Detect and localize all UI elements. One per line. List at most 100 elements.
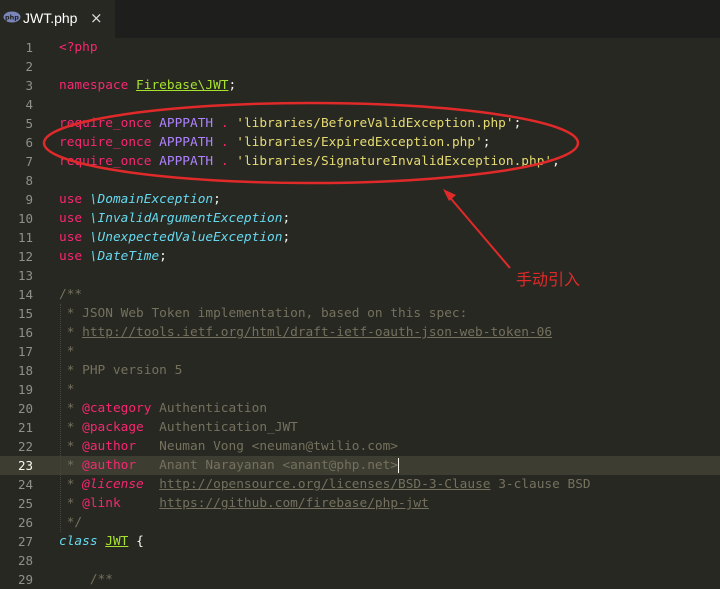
code-token: @category — [82, 401, 152, 416]
line-number: 17 — [17, 344, 33, 359]
code-line[interactable]: use \UnexpectedValueException; — [59, 228, 290, 247]
code-token: use — [59, 192, 90, 207]
line-number: 1 — [25, 40, 33, 55]
code-token: . — [213, 154, 237, 169]
code-token: 'libraries/BeforeValidException.php' — [236, 116, 514, 131]
code-line[interactable]: * @license http://opensource.org/license… — [59, 475, 591, 494]
code-token: JWT — [105, 534, 129, 549]
code-token: use — [59, 211, 90, 226]
line-number: 23 — [17, 458, 33, 473]
code-line[interactable]: require_once APPPATH . 'libraries/Before… — [59, 114, 521, 133]
code-token: http://opensource.org/licenses/BSD-3-Cla… — [159, 477, 491, 492]
line-number: 10 — [17, 211, 33, 226]
line-number: 12 — [17, 249, 33, 264]
code-token: APPPATH — [159, 116, 214, 131]
code-token: @link — [82, 496, 121, 511]
code-token: Anant Narayanan <anant@php.net> — [136, 458, 399, 473]
code-line[interactable]: /** — [59, 570, 113, 589]
line-number: 5 — [25, 116, 33, 131]
code-token: Authentication_JWT — [143, 420, 298, 435]
code-line[interactable]: use \InvalidArgumentException; — [59, 209, 290, 228]
code-token: \UnexpectedValueException — [89, 230, 283, 245]
code-line[interactable]: * JSON Web Token implementation, based o… — [59, 304, 468, 323]
code-line[interactable]: * http://tools.ietf.org/html/draft-ietf-… — [59, 323, 552, 342]
code-token: ; — [513, 116, 522, 131]
code-token: * — [59, 439, 83, 454]
code-token: * — [59, 458, 83, 473]
line-number: 2 — [25, 59, 33, 74]
code-line[interactable]: <?php — [59, 38, 98, 57]
line-number: 14 — [17, 287, 33, 302]
code-token: * — [59, 477, 83, 492]
code-line[interactable]: use \DateTime; — [59, 247, 167, 266]
line-number: 15 — [17, 306, 33, 321]
line-number: 7 — [25, 154, 33, 169]
code-line[interactable]: require_once APPPATH . 'libraries/Signat… — [59, 152, 560, 171]
code-token: 3-clause BSD — [490, 477, 591, 492]
code-line[interactable]: * @author Neuman Vong <neuman@twilio.com… — [59, 437, 398, 456]
code-line[interactable]: use \DomainException; — [59, 190, 221, 209]
code-token: APPPATH — [159, 154, 214, 169]
code-token: ; — [482, 135, 491, 150]
code-line[interactable]: * — [59, 342, 75, 361]
code-line[interactable]: class JWT { — [59, 532, 144, 551]
line-number: 24 — [17, 477, 33, 492]
code-token: \DateTime — [89, 249, 160, 264]
code-line[interactable]: */ — [59, 513, 82, 532]
code-token: { — [128, 534, 144, 549]
code-token: Neuman Vong <neuman@twilio.com> — [136, 439, 399, 454]
code-token: ; — [228, 78, 244, 93]
code-token: @author — [82, 458, 137, 473]
close-icon[interactable]: × — [90, 9, 103, 27]
code-token: 'libraries/SignatureInvalidException.php… — [236, 154, 553, 169]
code-token: ; — [552, 154, 560, 169]
code-line[interactable]: * @link https://github.com/firebase/php-… — [59, 494, 429, 513]
line-number: 18 — [17, 363, 33, 378]
code-token: */ — [59, 515, 83, 530]
code-token: * — [59, 344, 75, 359]
code-token: /** — [59, 572, 113, 587]
line-number: 21 — [17, 420, 33, 435]
code-token: class — [59, 534, 106, 549]
code-token: * — [59, 382, 75, 397]
code-line[interactable]: * — [59, 380, 75, 399]
code-token: Authentication — [151, 401, 268, 416]
line-number: 3 — [25, 78, 33, 93]
code-line[interactable]: * @author Anant Narayanan <anant@php.net… — [59, 456, 400, 475]
line-number: 8 — [25, 173, 33, 188]
code-token: * PHP version 5 — [59, 363, 183, 378]
tab-jwt-php[interactable]: php JWT.php × — [0, 0, 115, 38]
code-token: 'libraries/ExpiredException.php' — [236, 135, 483, 150]
code-token: ; — [282, 211, 291, 226]
line-number: 22 — [17, 439, 33, 454]
annotation-label: 手动引入 — [516, 270, 581, 289]
code-token: @package — [82, 420, 144, 435]
code-token: * — [59, 496, 83, 511]
code-token: \DomainException — [89, 192, 214, 207]
code-line[interactable]: require_once APPPATH . 'libraries/Expire… — [59, 133, 491, 152]
code-token: Firebase\JWT — [136, 78, 229, 93]
code-token: @license — [82, 477, 144, 492]
code-token: namespace — [59, 78, 137, 93]
code-token: ; — [213, 192, 221, 207]
code-token: ; — [159, 249, 167, 264]
line-number: 11 — [17, 230, 33, 245]
code-editor[interactable]: 1 2 3 4 5 6 7 8 9 10 11 12 13 14 15 16 17 18 19 20 21 22 23 24 2… — [0, 38, 720, 587]
code-line[interactable]: namespace Firebase\JWT; — [59, 76, 244, 95]
code-token: https://github.com/firebase/php-jwt — [159, 496, 429, 511]
code-line[interactable]: * PHP version 5 — [59, 361, 183, 380]
code-token: require_once — [59, 154, 160, 169]
code-token: @author — [82, 439, 137, 454]
code-token: APPPATH — [159, 135, 214, 150]
code-line[interactable]: * @package Authentication_JWT — [59, 418, 298, 437]
code-token: /** — [59, 287, 83, 302]
line-number: 9 — [25, 192, 33, 207]
tab-filename: JWT.php — [23, 10, 78, 26]
line-number: 25 — [17, 496, 33, 511]
code-token: . — [213, 116, 237, 131]
code-token: ; — [282, 230, 291, 245]
code-line[interactable]: * @category Authentication — [59, 399, 267, 418]
code-line[interactable]: /** — [59, 285, 82, 304]
